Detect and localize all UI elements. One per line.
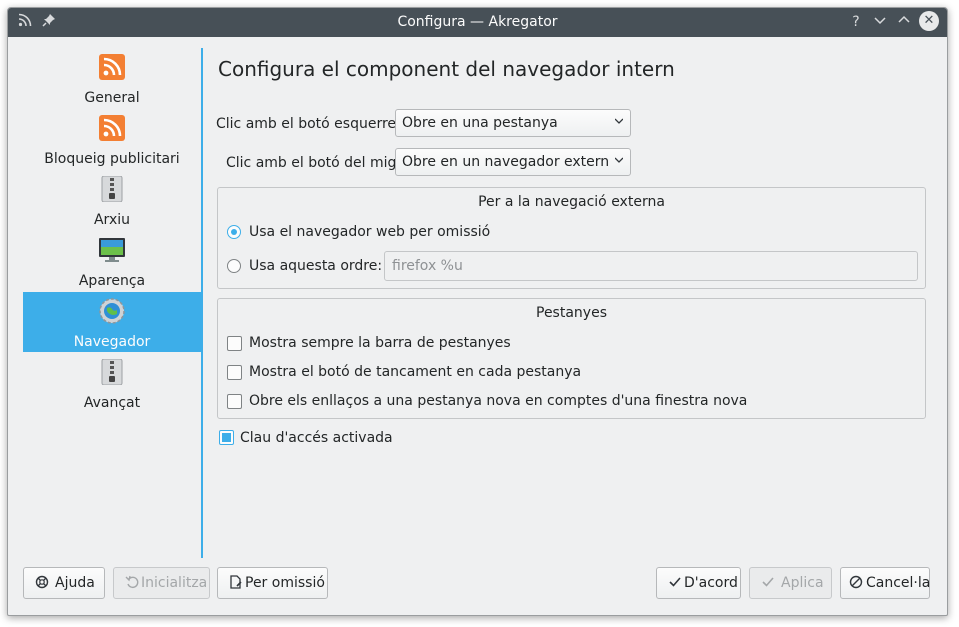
middle-click-combobox[interactable]: Obre en un navegador extern: [395, 148, 631, 176]
window-title: Configura — Akregator: [397, 14, 558, 30]
undo-icon: [124, 575, 140, 591]
help-question-icon[interactable]: ?: [847, 13, 865, 31]
middle-click-label: Clic amb el botó del mig:: [226, 155, 402, 171]
checkbox-open-links-new-tab[interactable]: [227, 394, 242, 409]
group-title: Per a la navegació externa: [478, 194, 665, 210]
sidebar-item-general[interactable]: General: [23, 48, 201, 108]
help-button[interactable]: Ajuda: [23, 567, 105, 599]
cancel-icon: [848, 575, 864, 591]
checkmark-icon: [760, 575, 776, 591]
group-title: Pestanyes: [536, 305, 607, 321]
sidebar-item-label: Arxiu: [93, 212, 130, 228]
left-click-combobox[interactable]: Obre en una pestanya: [395, 109, 631, 137]
radio-default-browser[interactable]: [227, 225, 241, 239]
left-click-label: Clic amb el botó esquerre:: [216, 116, 401, 132]
rss-feed-icon: [99, 54, 125, 80]
settings-page-list: General Bloqueig publicitari Arxiu Apare…: [23, 48, 203, 558]
radio-custom-command[interactable]: [227, 259, 241, 273]
chevron-down-icon: [615, 118, 623, 124]
sidebar-item-adblock[interactable]: Bloqueig publicitari: [23, 109, 201, 169]
always-show-tabbar-label[interactable]: Mostra sempre la barra de pestanyes: [249, 335, 511, 351]
archive-zip-icon: [99, 175, 125, 203]
checkbox-access-key[interactable]: [219, 430, 234, 445]
chevron-down-icon: [615, 157, 623, 163]
cancel-button[interactable]: Cancel·la: [840, 567, 930, 599]
sidebar-item-label: Avançat: [83, 395, 141, 411]
checkbox-always-show-tabbar[interactable]: [227, 336, 242, 351]
checkbox-close-button-each-tab[interactable]: [227, 365, 242, 380]
sidebar-item-label: Navegador: [73, 334, 151, 350]
open-links-new-tab-label[interactable]: Obre els enllaços a una pestanya nova en…: [249, 393, 747, 409]
reset-button[interactable]: Inicialitza: [113, 567, 210, 599]
ok-button[interactable]: D'acord: [656, 567, 741, 599]
left-click-value: Obre en una pestanya: [402, 115, 558, 131]
cancel-button-label: Cancel·la: [866, 575, 931, 591]
help-button-label: Ajuda: [55, 575, 95, 591]
apply-button[interactable]: Aplica: [749, 567, 832, 599]
sidebar-item-label: Bloqueig publicitari: [44, 151, 180, 167]
sidebar-item-archive[interactable]: Arxiu: [23, 170, 201, 230]
reset-button-label: Inicialitza: [141, 575, 208, 591]
page-title: Configura el component del navegador int…: [218, 57, 675, 81]
sidebar-item-browser[interactable]: Navegador: [23, 292, 201, 352]
command-value: firefox %u: [392, 258, 463, 274]
close-icon[interactable]: ✕: [919, 11, 939, 31]
middle-click-value: Obre en un navegador extern: [402, 154, 610, 170]
title-bar: Configura — Akregator ? ✕: [8, 8, 947, 37]
checkmark-icon: [667, 575, 683, 591]
globe-gear-icon: [99, 298, 125, 324]
maximize-chevron-up-icon[interactable]: [895, 13, 913, 31]
access-key-label[interactable]: Clau d'accés activada: [240, 430, 393, 446]
minimize-chevron-down-icon[interactable]: [871, 13, 889, 31]
ok-button-label: D'acord: [684, 575, 738, 591]
defaults-button-label: Per omissió: [245, 575, 325, 591]
command-input[interactable]: firefox %u: [384, 251, 918, 281]
default-browser-label[interactable]: Usa el navegador web per omissió: [249, 224, 490, 240]
tabs-group: Pestanyes Mostra sempre la barra de pest…: [217, 298, 926, 419]
sidebar-divider: [201, 48, 203, 558]
archive-zip-icon: [99, 358, 125, 386]
close-button-each-tab-label[interactable]: Mostra el botó de tancament en cada pest…: [249, 364, 581, 380]
settings-dialog: Configura — Akregator ? ✕ General Bloque…: [7, 7, 948, 616]
defaults-button[interactable]: Per omissió: [217, 567, 328, 599]
sidebar-item-label: Aparença: [78, 273, 146, 289]
sidebar-item-label: General: [84, 90, 140, 106]
rss-feed-icon: [99, 115, 125, 141]
apply-button-label: Aplica: [781, 575, 824, 591]
sidebar-item-advanced[interactable]: Avançat: [23, 353, 201, 413]
help-lifebuoy-icon: [34, 575, 50, 591]
document-defaults-icon: [228, 575, 244, 591]
monitor-icon: [99, 237, 125, 263]
external-browsing-group: Per a la navegació externa Usa el navega…: [217, 187, 926, 289]
custom-command-label[interactable]: Usa aquesta ordre:: [249, 258, 382, 274]
sidebar-item-appearance[interactable]: Aparença: [23, 231, 201, 291]
